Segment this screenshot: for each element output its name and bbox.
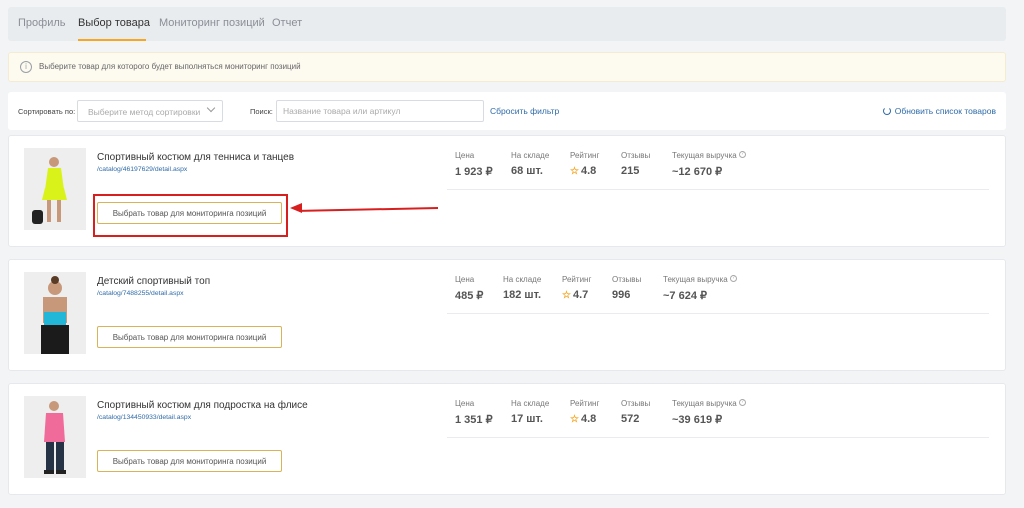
sort-select-placeholder: Выберите метод сортировки — [88, 107, 201, 117]
rating-value: ☆ 4.8 — [570, 165, 596, 177]
product-link[interactable]: /catalog/46197629/detail.aspx — [97, 166, 187, 173]
select-product-button[interactable]: Выбрать товар для мониторинга позиций — [97, 326, 282, 348]
rating-label: Рейтинг — [570, 151, 600, 160]
revenue-label: Текущая выручка? — [672, 151, 746, 160]
rating-number: 4.8 — [580, 413, 597, 425]
star-icon: ☆ — [570, 414, 579, 425]
revenue-value: ~12 670 ₽ — [672, 166, 723, 178]
search-input[interactable] — [276, 100, 484, 122]
rating-number: 4.7 — [572, 289, 589, 301]
rating-number: 4.8 — [580, 165, 597, 177]
divider — [447, 189, 989, 190]
revenue-value: ~39 619 ₽ — [672, 414, 723, 426]
reviews-value: 996 — [612, 289, 631, 301]
price-label: Цена — [455, 275, 475, 284]
product-link[interactable]: /catalog/134450933/detail.aspx — [97, 414, 191, 421]
search-label: Поиск: — [250, 107, 273, 116]
annotation-arrow-head — [290, 203, 302, 213]
stock-value: 68 шт. — [511, 165, 543, 177]
product-card: Детский спортивный топ /catalog/7488255/… — [8, 259, 1006, 371]
product-name: Спортивный костюм для подростка на флисе — [97, 400, 308, 411]
product-name: Детский спортивный топ — [97, 276, 211, 287]
rating-value: ☆ 4.8 — [570, 413, 596, 425]
select-product-button[interactable]: Выбрать товар для мониторинга позиций — [97, 450, 282, 472]
rating-label: Рейтинг — [570, 399, 600, 408]
annotation-highlight-box — [93, 194, 288, 237]
stock-label: На складе — [511, 151, 550, 160]
product-image — [24, 272, 86, 354]
info-banner: i Выберите товар для которого будет выпо… — [8, 52, 1006, 82]
chevron-down-icon — [206, 103, 216, 113]
stock-value: 17 шт. — [511, 413, 543, 425]
revenue-label-text: Текущая выручка — [663, 275, 728, 284]
refresh-icon — [882, 107, 891, 115]
product-name: Спортивный костюм для тенниса и танцев — [97, 152, 295, 163]
price-label: Цена — [455, 151, 475, 160]
tab-product-selection[interactable]: Выбор товара — [78, 17, 150, 29]
rating-label: Рейтинг — [562, 275, 592, 284]
revenue-label: Текущая выручка? — [672, 399, 746, 408]
product-image — [24, 396, 86, 478]
refresh-products-link[interactable]: Обновить список товаров — [882, 106, 996, 116]
price-value: 485 ₽ — [455, 290, 484, 302]
product-link[interactable]: /catalog/7488255/detail.aspx — [97, 290, 184, 297]
price-label: Цена — [455, 399, 475, 408]
tab-profile[interactable]: Профиль — [18, 17, 66, 29]
divider — [447, 437, 989, 438]
stock-value: 182 шт. — [503, 289, 542, 301]
reviews-value: 572 — [621, 413, 640, 425]
reviews-label: Отзывы — [621, 151, 651, 160]
product-image — [24, 148, 86, 230]
divider — [447, 313, 989, 314]
tab-report[interactable]: Отчет — [272, 17, 302, 29]
help-icon[interactable]: ? — [738, 399, 746, 406]
active-tab-indicator — [78, 39, 146, 41]
reviews-label: Отзывы — [621, 399, 651, 408]
price-value: 1 351 ₽ — [455, 414, 493, 426]
revenue-value: ~7 624 ₽ — [663, 290, 708, 302]
tab-position-monitoring[interactable]: Мониторинг позиций — [159, 17, 265, 29]
reviews-label: Отзывы — [612, 275, 642, 284]
rating-value: ☆ 4.7 — [562, 289, 588, 301]
star-icon: ☆ — [570, 166, 579, 177]
product-card: Спортивный костюм для подростка на флисе… — [8, 383, 1006, 495]
stock-label: На складе — [503, 275, 542, 284]
help-icon[interactable]: ? — [729, 275, 737, 282]
info-text: Выберите товар для которого будет выполн… — [39, 62, 301, 71]
revenue-label-text: Текущая выручка — [672, 399, 737, 408]
filter-bar: Сортировать по: Выберите метод сортировк… — [8, 92, 1006, 130]
sort-select[interactable]: Выберите метод сортировки — [77, 100, 223, 122]
reviews-value: 215 — [621, 165, 640, 177]
refresh-label: Обновить список товаров — [894, 106, 996, 116]
revenue-label: Текущая выручка? — [663, 275, 737, 284]
tab-bar: Профиль Выбор товара Мониторинг позиций … — [8, 7, 1006, 41]
price-value: 1 923 ₽ — [455, 166, 493, 178]
reset-filter-link[interactable]: Сбросить фильтр — [490, 106, 559, 116]
star-icon: ☆ — [562, 290, 571, 301]
revenue-label-text: Текущая выручка — [672, 151, 737, 160]
sort-label: Сортировать по: — [18, 107, 76, 116]
info-icon: i — [20, 61, 32, 73]
help-icon[interactable]: ? — [738, 151, 746, 158]
stock-label: На складе — [511, 399, 550, 408]
